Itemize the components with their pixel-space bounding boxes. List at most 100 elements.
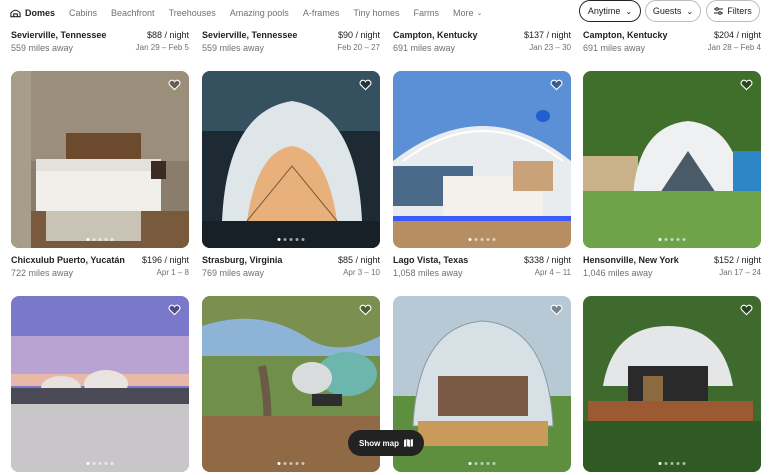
chevron-down-icon: ⌄ [476, 10, 483, 17]
listing-price: $338 / night [523, 255, 571, 265]
listing-distance: 559 miles away [11, 43, 74, 53]
listing-location: Sevierville, Tennessee [202, 30, 298, 40]
listing-image [11, 71, 189, 248]
listing-distance: 1,046 miles away [583, 268, 653, 278]
category-tiny-homes[interactable]: Tiny homes [353, 8, 399, 18]
listing-dates: Jan 23 – 30 [529, 43, 571, 52]
listing-image [583, 296, 761, 472]
heart-icon[interactable] [359, 304, 372, 316]
listing-info: Chicxulub Puerto, Yucatán $196 / night 72… [11, 255, 189, 278]
listing-image [393, 71, 571, 248]
photo-carousel-dots [277, 462, 305, 465]
listing-dates: Jan 29 – Feb 5 [135, 43, 189, 52]
category-treehouses[interactable]: Treehouses [169, 8, 216, 18]
listing-dates: Jan 17 – 24 [719, 268, 761, 277]
photo-carousel-dots [277, 238, 305, 241]
listing-price: $137 / night [523, 30, 571, 40]
listing-image [583, 71, 761, 248]
listing-info: Hensonville, New York $152 / night 1,046 … [583, 255, 761, 278]
listing-image [202, 71, 380, 248]
heart-icon[interactable] [550, 79, 563, 91]
chevron-down-icon: ⌄ [625, 6, 633, 16]
listing-photo[interactable] [393, 71, 571, 248]
photo-carousel-dots [86, 462, 114, 465]
listing-distance: 691 miles away [393, 43, 456, 53]
listing-info: Lago Vista, Texas $338 / night 1,058 mile… [393, 255, 571, 278]
listing-photo[interactable] [11, 296, 189, 472]
photo-carousel-dots [468, 238, 496, 241]
filters-label: Filters [727, 6, 752, 16]
category-beachfront[interactable]: Beachfront [111, 8, 155, 18]
listing-price: $88 / night [146, 30, 189, 40]
listing-price: $152 / night [713, 255, 761, 265]
listing-distance: 1,058 miles away [393, 268, 463, 278]
category-label: More [453, 8, 474, 18]
listing-location: Lago Vista, Texas [393, 255, 469, 265]
heart-icon[interactable] [740, 79, 753, 91]
listing-location: Hensonville, New York [583, 255, 679, 265]
show-map-button[interactable]: Show map [348, 430, 424, 456]
listing-location: Chicxulub Puerto, Yucatán [11, 255, 125, 265]
listing-photo[interactable] [583, 296, 761, 472]
category-label: Cabins [69, 8, 98, 18]
listing-distance: 769 miles away [202, 268, 265, 278]
listing-dates: Apr 1 – 8 [156, 268, 189, 277]
chevron-down-icon: ⌄ [686, 6, 694, 16]
show-map-label: Show map [358, 438, 399, 448]
category-farms[interactable]: Farms [414, 8, 440, 18]
listing-location: Campton, Kentucky [393, 30, 478, 40]
heart-icon[interactable] [550, 304, 563, 316]
heart-icon[interactable] [168, 79, 181, 91]
anytime-button[interactable]: Anytime ⌄ [579, 0, 641, 22]
filter-sliders-icon [714, 7, 724, 15]
listing-distance: 722 miles away [11, 268, 74, 278]
category-label: Domes [25, 8, 56, 18]
filters-button[interactable]: Filters [706, 0, 760, 22]
category-bar: Domes Cabins Beachfront Treehouses Amazi… [0, 0, 770, 26]
category-cabins[interactable]: Cabins [69, 8, 97, 18]
photo-carousel-dots [658, 238, 686, 241]
heart-icon[interactable] [359, 79, 372, 91]
heart-icon[interactable] [740, 304, 753, 316]
dome-icon [10, 9, 21, 18]
category-label: Beachfront [111, 8, 155, 18]
listing-photo[interactable] [11, 71, 189, 248]
listing-dates: Jan 28 – Feb 4 [707, 43, 761, 52]
heart-icon[interactable] [168, 304, 181, 316]
listing-location: Strasburg, Virginia [202, 255, 283, 265]
listing-price: $90 / night [337, 30, 380, 40]
category-label: Farms [413, 8, 440, 18]
listing-info: Sevierville, Tennessee $88 / night 559 mi… [11, 30, 189, 53]
photo-carousel-dots [658, 462, 686, 465]
category-more[interactable]: More ⌄ [453, 8, 482, 18]
anytime-label: Anytime [587, 6, 621, 16]
category-label: Amazing pools [229, 8, 289, 18]
category-a-frames[interactable]: A-frames [303, 8, 340, 18]
guests-button[interactable]: Guests ⌄ [645, 0, 701, 22]
listing-price: $204 / night [713, 30, 761, 40]
listing-dates: Apr 4 – 11 [534, 268, 571, 277]
category-label: Tiny homes [353, 8, 400, 18]
listing-location: Campton, Kentucky [583, 30, 668, 40]
listing-dates: Feb 20 – 27 [337, 43, 380, 52]
listing-distance: 691 miles away [583, 43, 646, 53]
category-list: Domes Cabins Beachfront Treehouses Amazi… [0, 8, 570, 18]
listing-image [11, 296, 189, 472]
category-label: Treehouses [168, 8, 216, 18]
listing-dates: Apr 3 – 10 [343, 268, 380, 277]
category-amazing-pools[interactable]: Amazing pools [230, 8, 289, 18]
listing-location: Sevierville, Tennessee [11, 30, 107, 40]
category-domes[interactable]: Domes [10, 8, 55, 18]
listing-price: $85 / night [337, 255, 380, 265]
listing-info: Sevierville, Tennessee $90 / night 559 mi… [202, 30, 380, 53]
listing-price: $196 / night [141, 255, 189, 265]
map-icon [404, 439, 413, 447]
listing-distance: 559 miles away [202, 43, 265, 53]
listing-info: Strasburg, Virginia $85 / night 769 miles… [202, 255, 380, 278]
listing-photo[interactable] [202, 71, 380, 248]
listing-info: Campton, Kentucky $204 / night 691 miles … [583, 30, 761, 53]
category-label: A-frames [302, 8, 340, 18]
listing-photo[interactable] [583, 71, 761, 248]
listing-info: Campton, Kentucky $137 / night 691 miles … [393, 30, 571, 53]
photo-carousel-dots [468, 462, 496, 465]
